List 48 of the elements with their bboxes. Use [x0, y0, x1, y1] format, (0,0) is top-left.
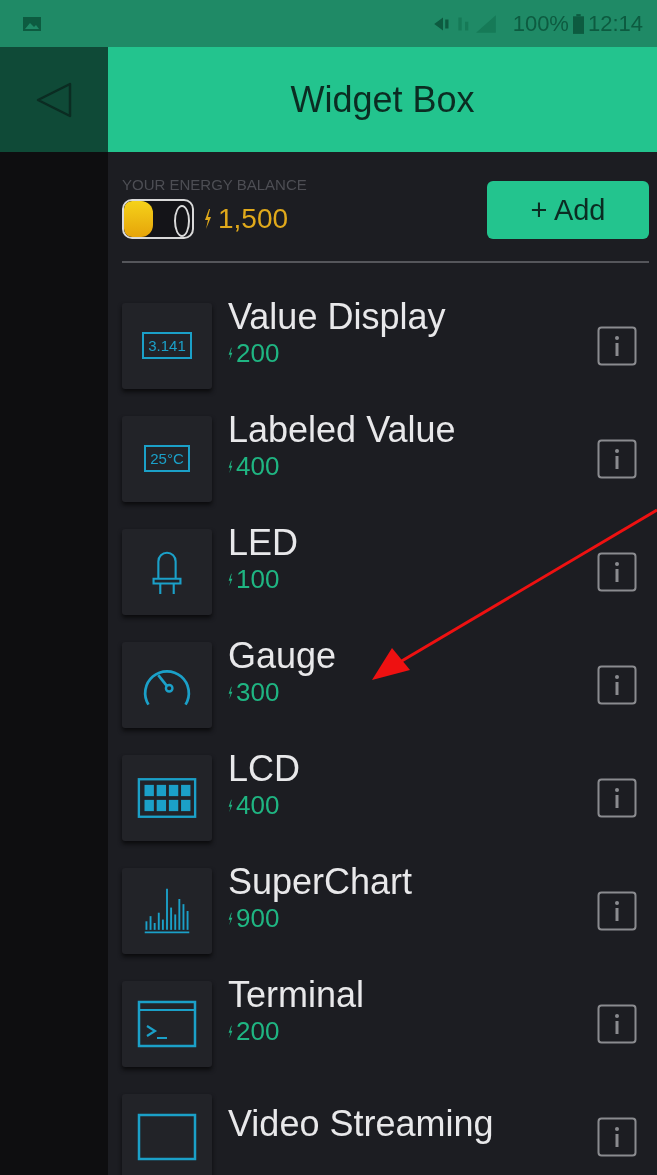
- energy-amount: 1,500: [218, 203, 289, 235]
- info-icon[interactable]: [597, 551, 637, 592]
- widget-name: SuperChart: [228, 861, 414, 903]
- widget-icon-tile[interactable]: 3.141: [122, 302, 212, 389]
- widget-name: Value Display: [228, 296, 447, 338]
- bolt-icon: [228, 1024, 233, 1039]
- widget-icon-tile[interactable]: [122, 754, 212, 841]
- bolt-icon: [228, 798, 233, 813]
- widget-price: 100: [236, 564, 280, 595]
- add-button[interactable]: + Add: [487, 181, 649, 239]
- info-icon[interactable]: [597, 890, 637, 931]
- terminal-icon: [137, 999, 197, 1048]
- info-icon[interactable]: [597, 325, 637, 366]
- widget-icon-tile[interactable]: [122, 867, 212, 954]
- bolt-icon: [228, 459, 233, 474]
- widget-price: 400: [236, 451, 280, 482]
- widget-name: LED: [228, 522, 300, 564]
- widget-icon-tile[interactable]: [122, 528, 212, 615]
- widget-price: 200: [236, 1016, 280, 1047]
- display-icon: 25°C: [144, 445, 190, 472]
- info-icon[interactable]: [597, 777, 637, 818]
- info-icon[interactable]: [597, 1003, 637, 1044]
- info-icon[interactable]: [597, 438, 637, 479]
- bolt-icon: [228, 346, 233, 361]
- info-icon[interactable]: [597, 1116, 637, 1157]
- bolt-icon: [228, 572, 233, 587]
- bolt-icon: [204, 209, 212, 229]
- widget-name: Labeled Value: [228, 409, 457, 451]
- widget-price: 400: [236, 790, 280, 821]
- widget-name: Video Streaming: [228, 1102, 495, 1145]
- display-icon: 3.141: [142, 332, 192, 359]
- widget-name: Gauge: [228, 635, 338, 677]
- video-icon: [137, 1112, 197, 1161]
- widget-icon-tile[interactable]: 25°C: [122, 415, 212, 502]
- battery-icon: [572, 13, 584, 34]
- widget-icon-tile[interactable]: [122, 980, 212, 1067]
- bolt-icon: [228, 685, 233, 700]
- widget-icon-tile[interactable]: [122, 641, 212, 728]
- info-icon[interactable]: [597, 664, 637, 705]
- bolt-icon: [228, 911, 233, 926]
- widget-price: 300: [236, 677, 280, 708]
- widget-icon-tile[interactable]: [122, 1093, 212, 1175]
- widget-name: Terminal: [228, 974, 366, 1016]
- widget-price: 900: [236, 903, 280, 934]
- widget-price: 200: [236, 338, 280, 369]
- window-title: Widget Box: [290, 78, 475, 121]
- gallery-icon: [22, 15, 42, 32]
- widget-name: LCD: [228, 748, 302, 790]
